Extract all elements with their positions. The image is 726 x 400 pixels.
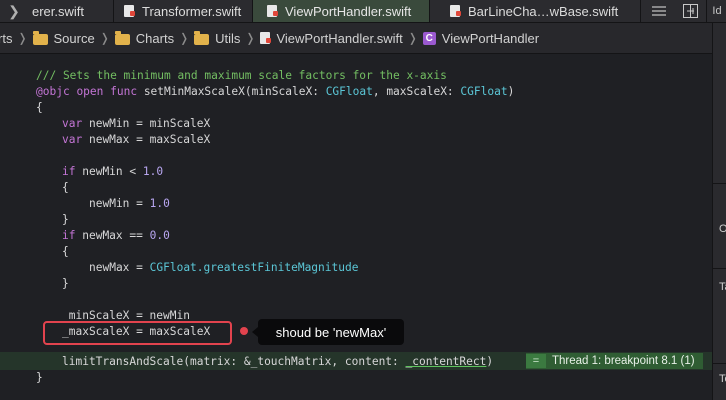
code-line: } [36,371,43,384]
inspector-panel: O Ta Te [712,23,726,400]
tab-renderer[interactable]: erer.swift [32,0,112,22]
code-line: var newMax = maxScaleX [62,133,211,146]
annotation-dot [240,327,248,335]
folder-icon [194,30,210,45]
swift-file-icon [124,5,135,17]
code-line: if newMax == 0.0 [62,229,170,242]
tab-divider [640,0,641,22]
breadcrumb-item[interactable]: Charts [136,31,174,46]
code-editor[interactable]: /// Sets the minimum and maximum scale f… [0,54,712,400]
code-line: { [36,101,43,114]
code-line: { [62,181,69,194]
code-line: { [62,245,69,258]
chevron-right-icon: ❭ [245,31,256,45]
code-line: @objc open func setMinMaxScaleX(minScale… [36,85,515,98]
inspector-divider [713,363,726,364]
inspector-tab-label: Id [712,5,722,17]
code-line: newMin = 1.0 [89,197,170,210]
breadcrumb: rts ❭ Source ❭ Charts ❭ Utils ❭ ViewPort… [0,23,712,54]
swift-file-icon [260,32,272,44]
breadcrumb-item[interactable]: ViewPortHandler.swift [276,31,402,46]
breakpoint-indicator[interactable]: = Thread 1: breakpoint 8.1 (1) [526,353,703,369]
tab-label: Transformer.swift [142,3,242,19]
equals-icon: = [526,354,546,368]
breakpoint-label: Thread 1: breakpoint 8.1 (1) [552,355,695,367]
swift-file-icon [450,5,461,17]
code-line: var newMin = minScaleX [62,117,211,130]
folder-icon [32,30,48,45]
inspector-divider [713,183,726,184]
tab-viewporthandler[interactable]: ViewPortHandler.swift [253,0,429,22]
code-line: newMax = CGFloat.greatestFiniteMagnitude [89,261,359,274]
class-icon: C [422,31,436,45]
swift-file-icon [267,5,278,17]
tab-transformer[interactable]: Transformer.swift [114,0,252,22]
code-comment: /// Sets the minimum and maximum scale f… [36,69,447,82]
split-editor-icon[interactable] [676,0,704,22]
tab-label: erer.swift [32,3,85,19]
code-line: } [62,277,69,290]
breadcrumb-item[interactable]: Utils [215,31,240,46]
inspector-label: Te [719,373,726,385]
chevron-left-icon[interactable]: ❯ [0,0,28,22]
tab-label: ViewPortHandler.swift [285,3,412,19]
folder-icon [114,30,130,45]
tab-divider [706,0,707,22]
tab-label: BarLineCha…wBase.swift [468,3,619,19]
chevron-right-icon: ❭ [99,31,110,45]
annotation-callout: shoud be 'newMax' [252,319,404,345]
code-line-current: limitTransAndScale(matrix: &_touchMatrix… [62,355,494,368]
breadcrumb-item[interactable]: ViewPortHandler [442,31,539,46]
chevron-right-icon: ❭ [407,31,418,45]
breadcrumb-item[interactable]: rts [0,31,12,46]
code-line: } [62,213,69,226]
chevron-right-icon: ❭ [179,31,190,45]
inspector-label: O [719,223,726,235]
chevron-right-icon: ❭ [17,31,28,45]
tab-bar: ❯ erer.swift Transformer.swift ViewPortH… [0,0,726,23]
highlight-box [43,321,232,345]
breadcrumb-item[interactable]: Source [54,31,95,46]
code-line: if newMin < 1.0 [62,165,164,178]
tab-barlinechart[interactable]: BarLineCha…wBase.swift [430,0,640,22]
list-icon[interactable] [645,0,673,22]
inspector-divider [713,268,726,269]
inspector-label: Ta [719,281,726,293]
